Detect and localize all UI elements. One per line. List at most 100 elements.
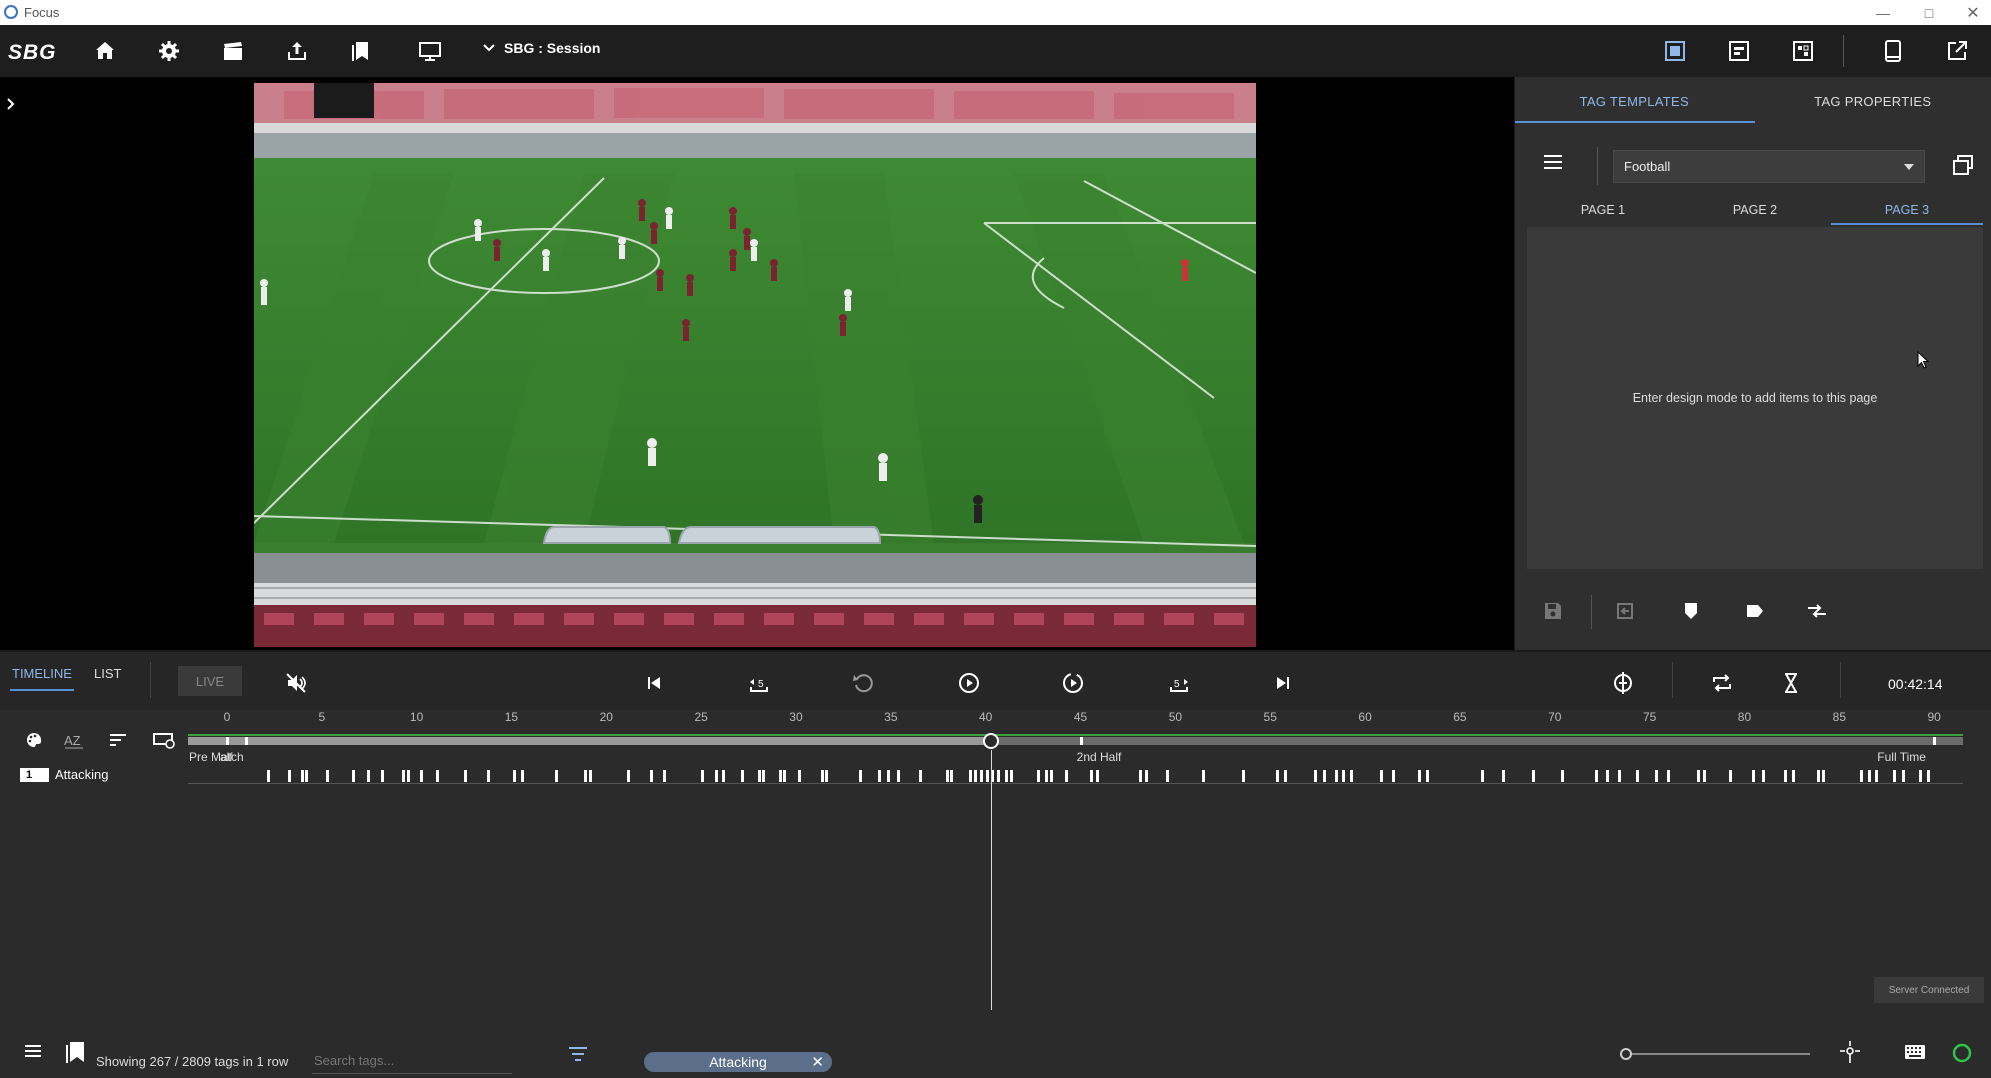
tag-marker[interactable]	[820, 770, 824, 782]
loop-button[interactable]	[1707, 668, 1737, 698]
layout-grid-button[interactable]	[1787, 35, 1819, 67]
tag-marker[interactable]	[650, 770, 654, 782]
tag-marker[interactable]	[1480, 770, 1484, 782]
next-button[interactable]	[1268, 668, 1298, 698]
keyboard-button[interactable]	[1904, 1044, 1926, 1065]
tag-marker[interactable]	[352, 770, 356, 782]
tag-marker[interactable]	[513, 770, 517, 782]
tag-marker[interactable]	[1752, 770, 1756, 782]
tag-marker[interactable]	[300, 770, 304, 782]
template-popout-button[interactable]	[1951, 153, 1975, 182]
tag-marker[interactable]	[761, 770, 765, 782]
tag-marker[interactable]	[980, 770, 984, 782]
tag-marker[interactable]	[521, 770, 525, 782]
filter-chip[interactable]: Attacking ✕	[644, 1052, 832, 1072]
tag-marker[interactable]	[1822, 770, 1826, 782]
tag-marker[interactable]	[714, 770, 718, 782]
tag-marker[interactable]	[1050, 770, 1054, 782]
list-options-button[interactable]	[24, 1044, 42, 1063]
tag-count-icon-button[interactable]	[64, 1040, 86, 1069]
tag-marker[interactable]	[779, 770, 783, 782]
tag-marker[interactable]	[1926, 770, 1930, 782]
skip-forward-button[interactable]: 5	[1164, 668, 1194, 698]
tag-marker[interactable]	[325, 770, 329, 782]
popout-button[interactable]	[1941, 35, 1973, 67]
tab-timeline[interactable]: TIMELINE	[10, 666, 74, 691]
tag-marker[interactable]	[945, 770, 949, 782]
tag-marker[interactable]	[464, 770, 468, 782]
tag-marker[interactable]	[896, 770, 900, 782]
tag-marker[interactable]	[877, 770, 881, 782]
tag-marker[interactable]	[1702, 770, 1706, 782]
period-marker[interactable]	[226, 737, 229, 745]
skip-back-button[interactable]: 5	[744, 668, 774, 698]
tag-marker[interactable]	[1004, 770, 1008, 782]
tag-marker[interactable]	[1532, 770, 1536, 782]
step-forward-button[interactable]	[1058, 668, 1088, 698]
period-marker[interactable]	[1079, 737, 1083, 745]
tag-marker[interactable]	[1037, 770, 1041, 782]
tag-marker[interactable]	[1090, 770, 1094, 782]
tag-marker[interactable]	[701, 770, 705, 782]
tag-marker[interactable]	[722, 770, 726, 782]
tag-marker[interactable]	[1617, 770, 1621, 782]
tag-marker[interactable]	[1095, 770, 1099, 782]
export-button[interactable]	[281, 35, 313, 67]
tag-marker[interactable]	[589, 770, 593, 782]
close-button[interactable]: ✕	[1953, 0, 1991, 25]
tag-marker[interactable]	[1697, 770, 1701, 782]
tag-marker[interactable]	[1139, 770, 1143, 782]
template-menu-button[interactable]	[1543, 154, 1563, 175]
tag-marker[interactable]	[407, 770, 411, 782]
tablet-view-button[interactable]	[1877, 35, 1909, 67]
tab-tag-templates[interactable]: TAG TEMPLATES	[1515, 77, 1755, 125]
tag-marker[interactable]	[627, 770, 631, 782]
tag-marker[interactable]	[1501, 770, 1505, 782]
tag-marker[interactable]	[1636, 770, 1640, 782]
duration-button[interactable]	[1776, 668, 1806, 698]
tag-marker[interactable]	[997, 770, 1001, 782]
tag-marker[interactable]	[583, 770, 587, 782]
tag-marker[interactable]	[1761, 770, 1765, 782]
tag-marker[interactable]	[1560, 770, 1564, 782]
tag-marker[interactable]	[1044, 770, 1048, 782]
clips-button[interactable]	[217, 35, 249, 67]
tag-marker[interactable]	[824, 770, 828, 782]
tag-marker[interactable]	[1010, 770, 1014, 782]
template-select[interactable]: Football	[1613, 150, 1925, 183]
tag-marker[interactable]	[1418, 770, 1422, 782]
tag-marker[interactable]	[1919, 770, 1923, 782]
tag-marker[interactable]	[949, 770, 953, 782]
link-button[interactable]	[1803, 597, 1831, 625]
tag-marker[interactable]	[1323, 770, 1327, 782]
tag-marker[interactable]	[435, 770, 439, 782]
tag-marker[interactable]	[1202, 770, 1206, 782]
maximize-button[interactable]: □	[1909, 0, 1949, 25]
tag-marker[interactable]	[758, 770, 762, 782]
tag-marker[interactable]	[797, 770, 801, 782]
tag-marker[interactable]	[1334, 770, 1338, 782]
search-tags-input[interactable]	[312, 1048, 512, 1074]
tag-marker[interactable]	[887, 770, 891, 782]
tag-marker[interactable]	[1792, 770, 1796, 782]
rewind-button[interactable]	[848, 668, 878, 698]
tag-marker[interactable]	[1283, 770, 1287, 782]
tag-marker[interactable]	[858, 770, 862, 782]
minimize-button[interactable]: —	[1863, 0, 1903, 25]
timeline-row-label[interactable]: 1 Attacking	[20, 767, 108, 782]
add-tag-button[interactable]	[1677, 597, 1705, 625]
filter-button[interactable]	[568, 1046, 588, 1067]
expand-panel-button[interactable]	[6, 97, 16, 116]
mute-button[interactable]	[281, 668, 311, 698]
tag-marker[interactable]	[1313, 770, 1317, 782]
session-selector[interactable]: SBG : Session	[482, 40, 600, 56]
tag-marker[interactable]	[266, 770, 270, 782]
settings-button[interactable]	[153, 35, 185, 67]
tag-marker[interactable]	[401, 770, 405, 782]
tag-marker[interactable]	[1606, 770, 1610, 782]
timeline-tag-row[interactable]	[188, 768, 1963, 784]
tag-marker[interactable]	[985, 770, 989, 782]
tag-marker[interactable]	[968, 770, 972, 782]
tag-marker[interactable]	[663, 770, 667, 782]
tag-marker[interactable]	[1594, 770, 1598, 782]
